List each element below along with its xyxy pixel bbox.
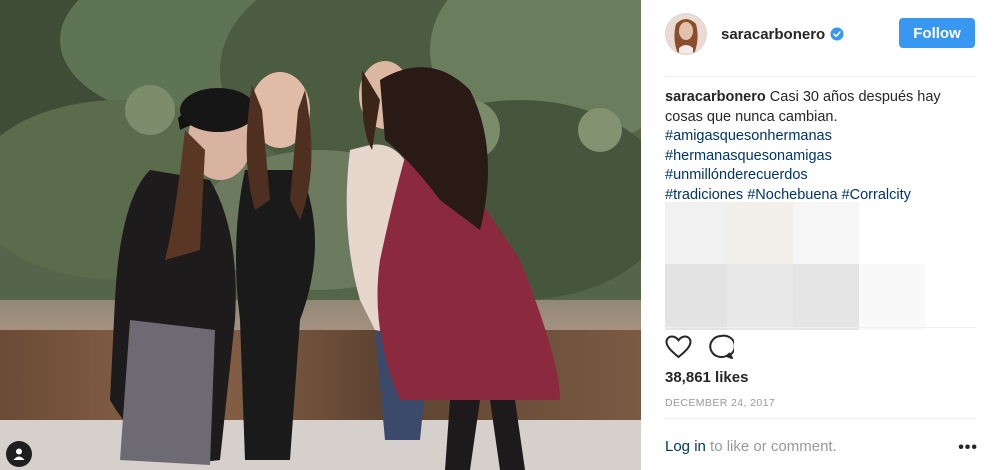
post-header: saracarbonero Follow (665, 10, 975, 58)
user-tag-button[interactable] (6, 441, 32, 467)
post-sidebar: saracarbonero Follow saracarbonero Casi … (641, 0, 1000, 470)
more-options-icon[interactable]: ••• (958, 439, 978, 457)
heart-icon[interactable] (665, 335, 692, 359)
hashtag-link[interactable]: #Nochebuena (747, 187, 837, 203)
header-divider (665, 76, 976, 77)
actions-divider (665, 327, 976, 328)
login-prompt-text: to like or comment. (705, 438, 837, 455)
login-link[interactable]: Log in (665, 438, 706, 455)
likes-count[interactable]: 38,861 likes (665, 369, 748, 386)
post-date: DECEMBER 24, 2017 (665, 397, 776, 409)
header-username[interactable]: saracarbonero (721, 26, 825, 43)
caption-username[interactable]: saracarbonero (665, 89, 766, 105)
avatar-image (666, 14, 706, 54)
verified-badge-icon (830, 27, 844, 41)
user-tag-icon (13, 448, 25, 460)
comment-icon[interactable] (708, 334, 734, 360)
hashtag-link[interactable]: #hermanasquesonamigas (665, 148, 832, 164)
footer-divider (665, 418, 976, 419)
avatar[interactable] (665, 13, 707, 55)
login-prompt: Log in to like or comment. (665, 438, 837, 455)
hashtag-link[interactable]: #Corralcity (842, 187, 911, 203)
post-caption: saracarbonero Casi 30 años después hay c… (665, 88, 965, 205)
blurred-comments-placeholder (665, 202, 925, 330)
four-women-figures (110, 61, 560, 470)
hashtag-link[interactable]: #unmillónderecuerdos (665, 167, 808, 183)
action-bar (665, 332, 734, 362)
instagram-post: saracarbonero Follow saracarbonero Casi … (0, 0, 1000, 470)
hashtag-link[interactable]: #tradiciones (665, 187, 743, 203)
follow-button[interactable]: Follow (899, 18, 975, 48)
post-photo[interactable] (0, 0, 641, 470)
hashtag-link[interactable]: #amigasquesonhermanas (665, 128, 832, 144)
